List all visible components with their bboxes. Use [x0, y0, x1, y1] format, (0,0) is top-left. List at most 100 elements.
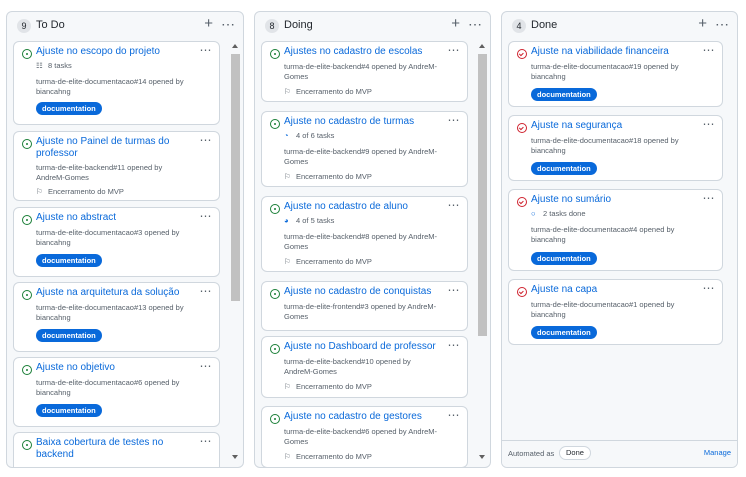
- kebab-icon[interactable]: ⋯: [200, 434, 213, 448]
- card-issue[interactable]: Ajuste no sumário ⋯ ○ 2 tasks done turma-…: [508, 189, 723, 271]
- plus-icon[interactable]: +: [204, 15, 213, 33]
- column-footer: Automated as Done Manage: [502, 440, 737, 467]
- column-scrollbar[interactable]: [477, 42, 488, 461]
- card-issue[interactable]: Ajuste no cadastro de conquistas ⋯ turma…: [261, 281, 468, 331]
- card-issue[interactable]: Ajuste no cadastro de aluno ⋯ ◕ 4 of 5 ta…: [261, 196, 468, 272]
- issue-closed-icon: [517, 123, 527, 133]
- manage-link[interactable]: Manage: [704, 448, 731, 457]
- card-issue[interactable]: Ajuste no Dashboard de professor ⋯ turma…: [261, 336, 468, 398]
- column-title: Doing: [284, 19, 313, 31]
- card-issue[interactable]: Ajuste no cadastro de turmas ⋯ ◔ 4 of 6 t…: [261, 111, 468, 187]
- scroll-thumb[interactable]: [478, 54, 487, 336]
- kebab-icon[interactable]: ⋯: [703, 117, 716, 131]
- scroll-down-icon[interactable]: [232, 455, 238, 459]
- label-documentation[interactable]: documentation: [36, 329, 102, 342]
- card-issue[interactable]: Ajuste na capa ⋯ turma-de-elite-document…: [508, 279, 723, 345]
- milestone[interactable]: ⚐ Encerramento do MVP: [36, 187, 124, 197]
- kebab-icon[interactable]: ⋯: [703, 191, 716, 205]
- kebab-icon[interactable]: ⋯: [200, 209, 213, 223]
- card-issue[interactable]: Ajuste no Painel de turmas do professor …: [13, 131, 220, 201]
- card-issue[interactable]: Ajuste no cadastro de gestores ⋯ turma-d…: [261, 406, 468, 467]
- milestone[interactable]: ⚐ Encerramento do MVP: [284, 172, 372, 182]
- card-title[interactable]: Ajuste no cadastro de conquistas: [284, 286, 447, 298]
- description-line: biancahng: [531, 235, 566, 244]
- tasks-done-icon: ○: [531, 209, 536, 218]
- card-issue[interactable]: Ajuste na segurança ⋯ turma-de-elite-doc…: [508, 115, 723, 181]
- card-issue[interactable]: Ajuste no abstract ⋯ turma-de-elite-docu…: [13, 207, 220, 277]
- card-title[interactable]: Ajuste no cadastro de turmas: [284, 116, 447, 128]
- column-scrollbar[interactable]: [230, 42, 241, 461]
- column-header: 9 To Do + ⋯: [7, 12, 243, 40]
- card-title[interactable]: Ajuste no cadastro de aluno: [284, 201, 447, 213]
- label-documentation[interactable]: documentation: [531, 162, 597, 175]
- automation-state: Done: [559, 446, 591, 460]
- kebab-icon[interactable]: ⋯: [703, 281, 716, 295]
- column-title: To Do: [36, 19, 65, 31]
- card-issue[interactable]: Ajuste no escopo do projeto ⋯ ☷ 8 tasks t…: [13, 41, 220, 125]
- card-title[interactable]: Ajuste na viabilidade financeira: [531, 46, 702, 58]
- card-title[interactable]: Ajuste no escopo do projeto: [36, 46, 199, 58]
- column-todo: 9 To Do + ⋯ Ajuste no escopo do projeto …: [6, 11, 244, 468]
- card-title[interactable]: Ajuste no Dashboard de professor: [284, 341, 447, 353]
- card-title[interactable]: Ajuste no Painel de turmas do professor: [36, 136, 199, 160]
- scroll-down-icon[interactable]: [479, 455, 485, 459]
- plus-icon[interactable]: +: [451, 15, 460, 33]
- card-title[interactable]: Ajuste no sumário: [531, 194, 702, 206]
- card-issue[interactable]: Ajuste na viabilidade financeira ⋯ turma…: [508, 41, 723, 107]
- card-title[interactable]: Ajuste na capa: [531, 284, 702, 296]
- label-documentation[interactable]: documentation: [36, 254, 102, 267]
- kebab-icon[interactable]: ⋯: [448, 408, 461, 422]
- kebab-icon[interactable]: ⋯: [468, 15, 482, 33]
- card-issue[interactable]: Ajuste no objetivo ⋯ turma-de-elite-docu…: [13, 357, 220, 427]
- kebab-icon[interactable]: ⋯: [200, 284, 213, 298]
- milestone-text: Encerramento do MVP: [296, 452, 372, 461]
- card-title[interactable]: Ajuste na segurança: [531, 120, 702, 132]
- label-documentation[interactable]: documentation: [36, 102, 102, 115]
- kebab-icon[interactable]: ⋯: [448, 113, 461, 127]
- card-title[interactable]: Ajuste no abstract: [36, 212, 199, 224]
- milestone[interactable]: ⚐ Encerramento do MVP: [284, 257, 372, 267]
- milestone-icon: ⚐: [284, 257, 291, 266]
- task-progress-text: 2 tasks done: [543, 209, 586, 218]
- card-title[interactable]: Baixa cobertura de testes no backend: [36, 437, 199, 461]
- card-title-line: professor: [36, 148, 78, 159]
- scroll-up-icon[interactable]: [232, 44, 238, 48]
- label-documentation[interactable]: documentation: [531, 326, 597, 339]
- kebab-icon[interactable]: ⋯: [200, 359, 213, 373]
- kebab-icon[interactable]: ⋯: [703, 43, 716, 57]
- kebab-icon[interactable]: ⋯: [448, 43, 461, 57]
- kebab-icon[interactable]: ⋯: [715, 15, 729, 33]
- card-issue[interactable]: Baixa cobertura de testes no backend ⋯: [13, 432, 220, 467]
- issue-opened-icon: [270, 204, 280, 214]
- kebab-icon[interactable]: ⋯: [200, 133, 213, 147]
- milestone[interactable]: ⚐ Encerramento do MVP: [284, 382, 372, 392]
- description-line: turma-de-elite-documentacao#18 opened by: [531, 136, 679, 145]
- card-title[interactable]: Ajuste no objetivo: [36, 362, 199, 374]
- milestone[interactable]: ⚐ Encerramento do MVP: [284, 452, 372, 462]
- scroll-thumb[interactable]: [231, 54, 240, 301]
- plus-icon[interactable]: +: [698, 15, 707, 33]
- label-documentation[interactable]: documentation: [36, 404, 102, 417]
- card-title[interactable]: Ajuste no cadastro de gestores: [284, 411, 447, 423]
- description-line: turma-de-elite-backend#11 opened by: [36, 163, 163, 172]
- card-title-line: backend: [36, 449, 74, 460]
- kebab-icon[interactable]: ⋯: [200, 43, 213, 57]
- label-documentation[interactable]: documentation: [531, 88, 597, 101]
- kebab-icon[interactable]: ⋯: [448, 283, 461, 297]
- card-issue[interactable]: Ajuste na arquitetura da solução ⋯ turma…: [13, 282, 220, 352]
- milestone-text: Encerramento do MVP: [296, 172, 372, 181]
- issue-description: turma-de-elite-backend#4 opened by Andre…: [284, 62, 459, 82]
- description-line: biancahng: [531, 310, 566, 319]
- kebab-icon[interactable]: ⋯: [448, 198, 461, 212]
- description-line: biancahng: [36, 238, 71, 247]
- kebab-icon[interactable]: ⋯: [221, 15, 235, 33]
- kebab-icon[interactable]: ⋯: [448, 338, 461, 352]
- card-title[interactable]: Ajustes no cadastro de escolas: [284, 46, 447, 58]
- label-documentation[interactable]: documentation: [531, 252, 597, 265]
- scroll-up-icon[interactable]: [479, 44, 485, 48]
- card-issue[interactable]: Ajustes no cadastro de escolas ⋯ turma-d…: [261, 41, 468, 102]
- column-header: 8 Doing + ⋯: [255, 12, 490, 40]
- milestone[interactable]: ⚐ Encerramento do MVP: [284, 87, 372, 97]
- issue-opened-icon: [22, 49, 32, 59]
- card-title[interactable]: Ajuste na arquitetura da solução: [36, 287, 199, 299]
